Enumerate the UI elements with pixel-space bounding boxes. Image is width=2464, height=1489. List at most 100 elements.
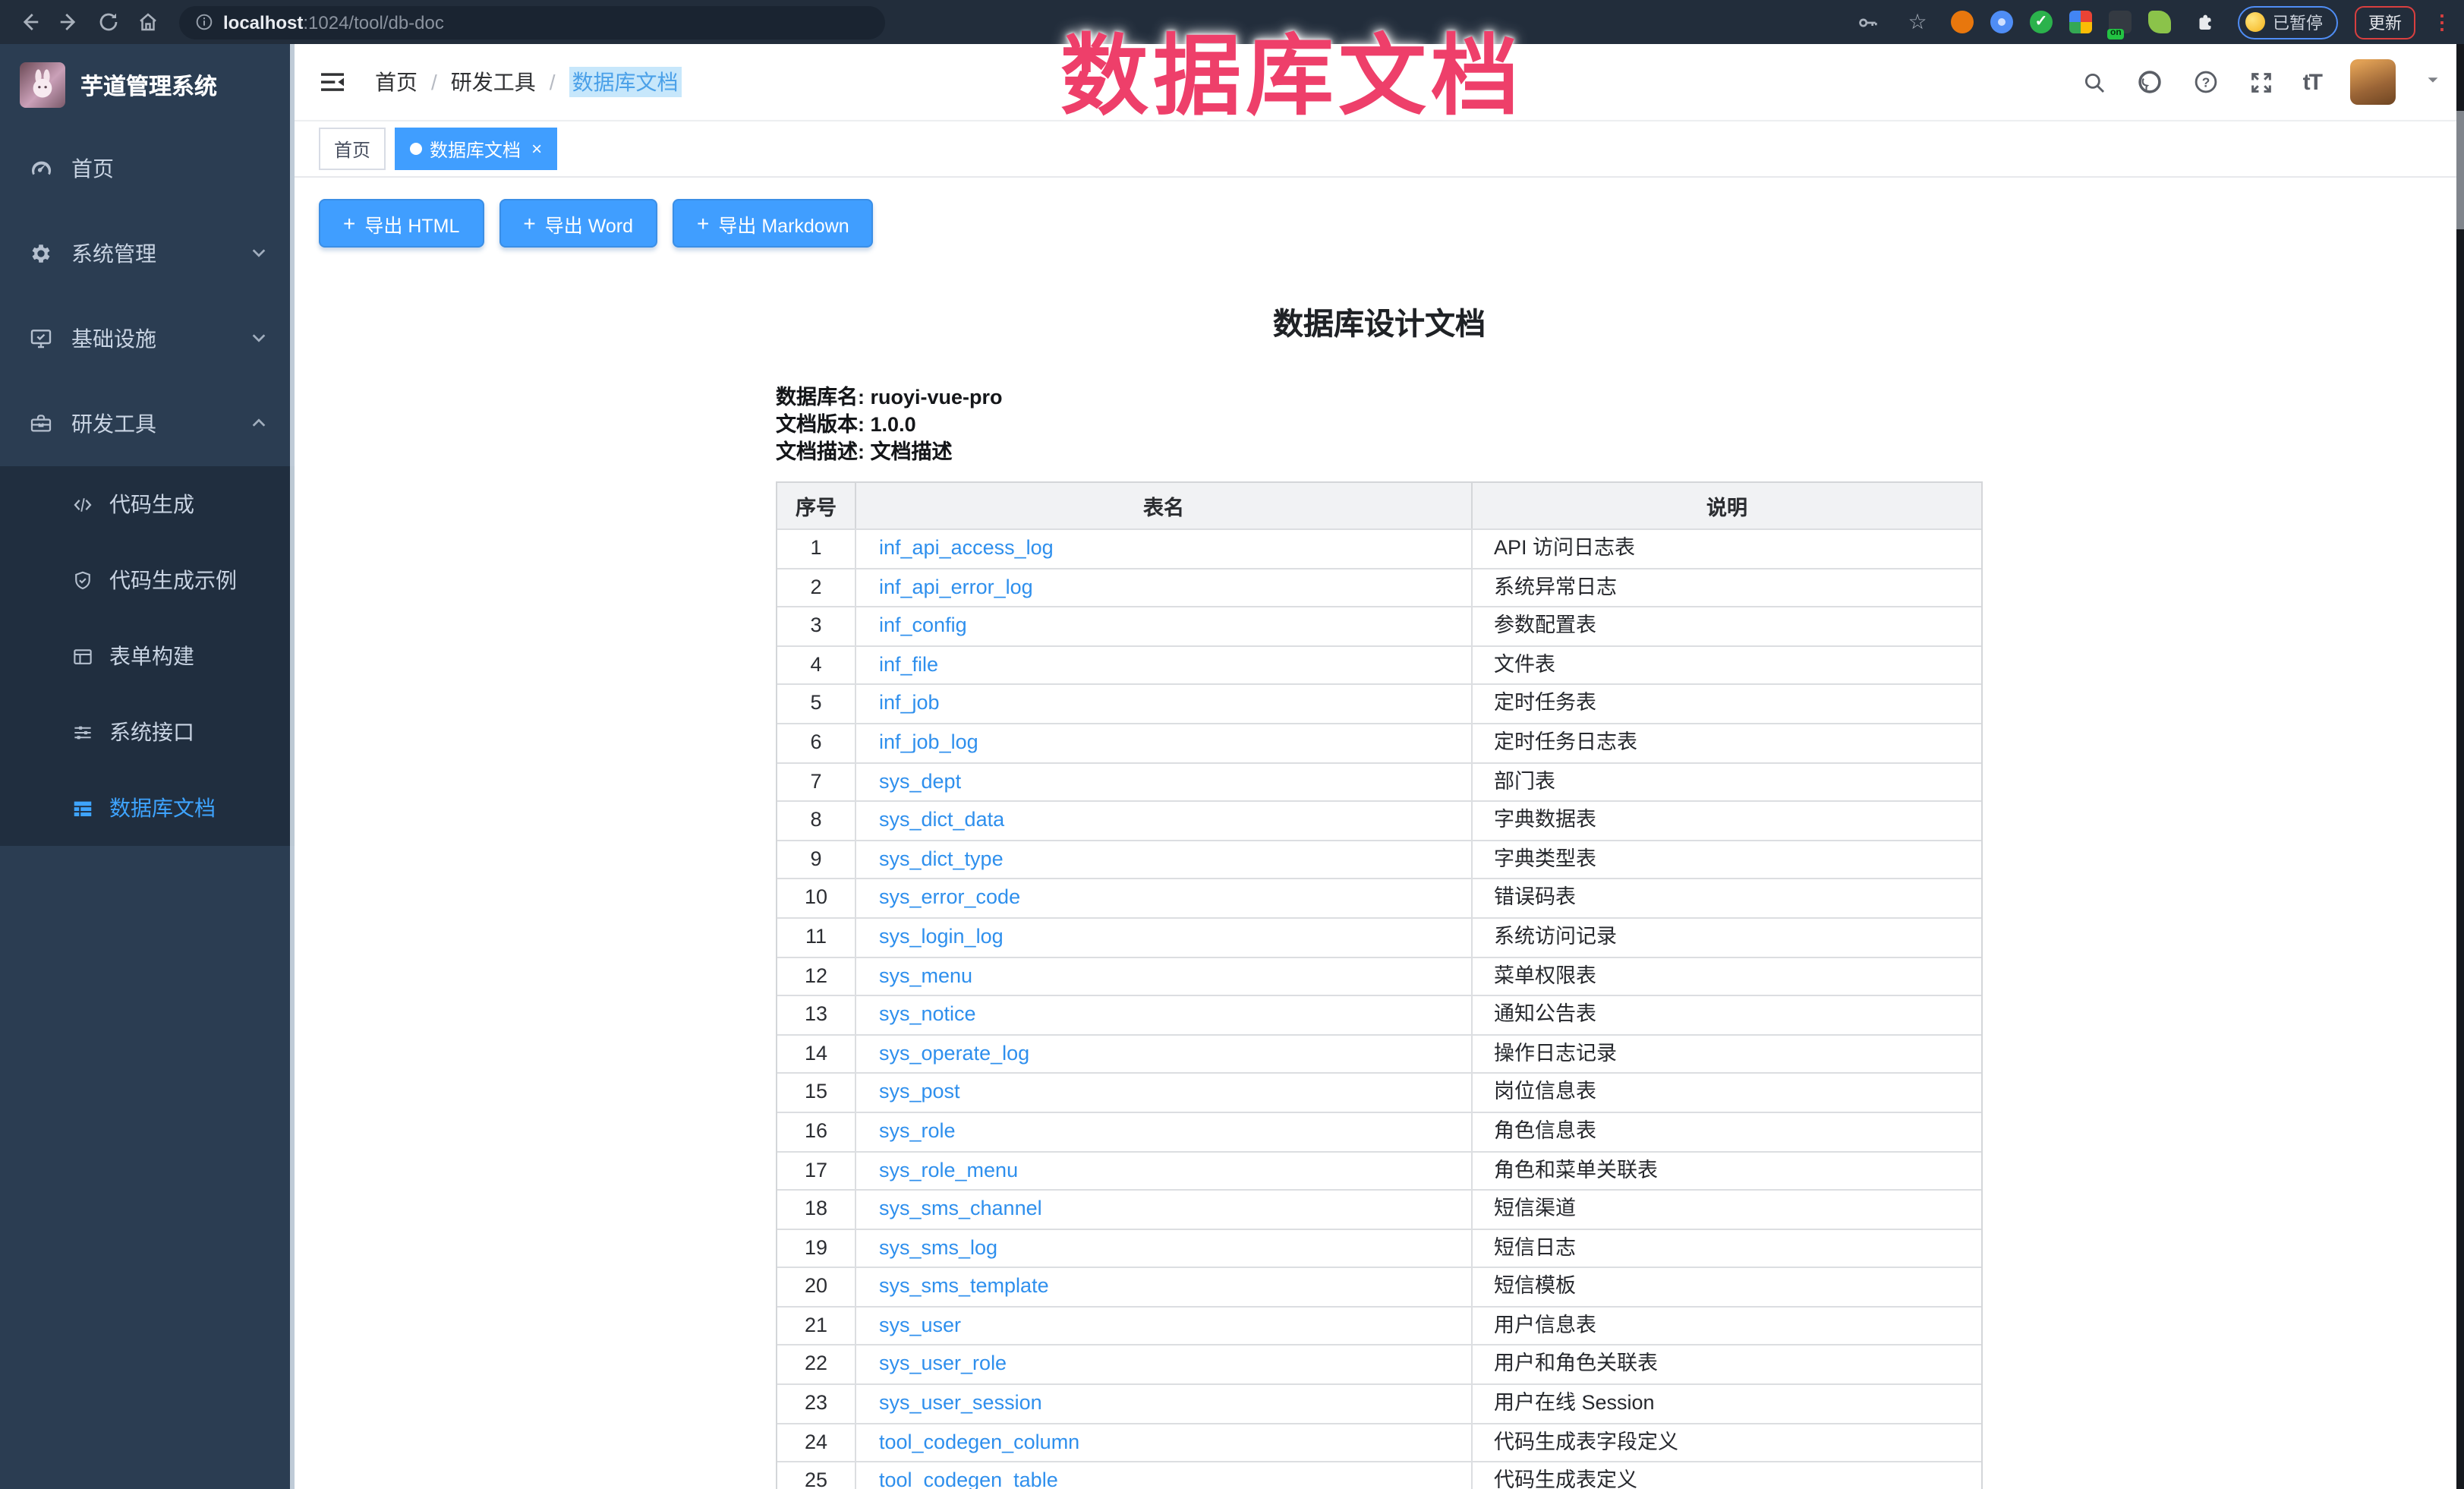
sidebar-item-form-builder[interactable]: 表单构建 — [0, 618, 295, 694]
sidebar-item-system[interactable]: 系统管理 — [0, 211, 295, 296]
close-icon[interactable]: × — [531, 140, 542, 158]
table-name-link[interactable]: sys_user — [879, 1314, 961, 1336]
back-icon[interactable] — [12, 5, 46, 39]
address-bar[interactable]: localhost:1024/tool/db-doc — [179, 5, 885, 39]
table-name-link[interactable]: tool_codegen_column — [879, 1430, 1079, 1453]
row-index: 10 — [777, 880, 856, 917]
github-icon[interactable] — [2136, 68, 2163, 96]
sidebar-item-infrastructure[interactable]: 基础设施 — [0, 296, 295, 381]
export-markdown-button[interactable]: + 导出 Markdown — [673, 199, 874, 248]
export-html-button[interactable]: + 导出 HTML — [319, 199, 484, 248]
window-scrollbar[interactable] — [2456, 44, 2464, 1489]
table-name-link[interactable]: sys_operate_log — [879, 1041, 1029, 1064]
sidebar-item-code-generation[interactable]: 代码生成 — [0, 466, 295, 542]
document-meta: 数据库名: ruoyi-vue-pro 文档版本: 1.0.0 文档描述: 文档… — [776, 384, 1983, 466]
search-icon[interactable] — [2081, 69, 2107, 95]
home-icon[interactable] — [131, 5, 164, 39]
extensions-puzzle-icon[interactable] — [2188, 5, 2221, 39]
table-row: 17 sys_role_menu 角色和菜单关联表 — [777, 1150, 1981, 1189]
sidebar-item-home[interactable]: 首页 — [0, 126, 295, 211]
table-row: 15 sys_post 岗位信息表 — [777, 1073, 1981, 1112]
table-name-link[interactable]: sys_menu — [879, 964, 972, 986]
tags-view-bar: 首页 数据库文档 × — [295, 121, 2464, 178]
table-name-link[interactable]: sys_user_session — [879, 1391, 1042, 1414]
browser-menu-icon[interactable]: ⋮ — [2432, 12, 2452, 32]
extension-leaf-icon[interactable] — [2148, 11, 2171, 33]
table-name-link[interactable]: sys_notice — [879, 1002, 976, 1025]
table-name-link[interactable]: sys_sms_channel — [879, 1197, 1042, 1219]
table-desc: 短信日志 — [1473, 1229, 1981, 1267]
table-row: 13 sys_notice 通知公告表 — [777, 995, 1981, 1033]
sidebar-item-system-api[interactable]: 系统接口 — [0, 694, 295, 770]
table-desc: 操作日志记录 — [1473, 1035, 1981, 1072]
plus-icon: + — [523, 213, 535, 234]
table-name-link[interactable]: sys_sms_template — [879, 1275, 1049, 1298]
row-index: 21 — [777, 1308, 856, 1345]
collapse-sidebar-icon[interactable] — [317, 67, 348, 97]
table-desc: 定时任务日志表 — [1473, 724, 1981, 762]
table-name-link[interactable]: inf_job_log — [879, 730, 978, 753]
update-button[interactable]: 更新 — [2355, 5, 2415, 39]
font-size-icon[interactable]: tT — [2303, 69, 2321, 95]
table-name-link[interactable]: inf_api_error_log — [879, 575, 1033, 598]
table-name-link[interactable]: sys_user_role — [879, 1352, 1007, 1375]
chevron-down-icon — [250, 327, 267, 351]
breadcrumb-dev-tools[interactable]: 研发工具 — [451, 67, 536, 97]
table-name-link[interactable]: sys_login_log — [879, 925, 1004, 948]
table-name-link[interactable]: tool_codegen_table — [879, 1469, 1058, 1489]
table-desc: 角色信息表 — [1473, 1113, 1981, 1150]
scrollbar-thumb[interactable] — [2456, 111, 2464, 229]
table-row: 14 sys_operate_log 操作日志记录 — [777, 1033, 1981, 1072]
user-avatar[interactable] — [2350, 59, 2396, 105]
reload-icon[interactable] — [91, 5, 124, 39]
table-name-link[interactable]: inf_api_access_log — [879, 536, 1054, 559]
extension-switch-icon[interactable]: on — [2109, 11, 2132, 33]
table-name-link[interactable]: sys_post — [879, 1080, 960, 1103]
table-desc: 用户信息表 — [1473, 1308, 1981, 1345]
extension-grid-icon[interactable] — [2069, 11, 2092, 33]
table-name-link[interactable]: sys_role_menu — [879, 1158, 1018, 1181]
row-index: 16 — [777, 1113, 856, 1150]
page-content: + 导出 HTML + 导出 Word + 导出 Markdown 数据库设计文… — [295, 178, 2464, 1489]
table-row: 8 sys_dict_data 字典数据表 — [777, 800, 1981, 839]
breadcrumb-home[interactable]: 首页 — [375, 67, 417, 97]
table-name-link[interactable]: sys_role — [879, 1119, 956, 1142]
sidebar: 芋道管理系统 首页 系统管理 — [0, 44, 295, 1489]
export-word-button[interactable]: + 导出 Word — [499, 199, 657, 248]
forward-icon[interactable] — [52, 5, 85, 39]
password-key-icon[interactable] — [1851, 5, 1884, 39]
chevron-up-icon — [250, 412, 267, 436]
sidebar-item-dev-tools[interactable]: 研发工具 — [0, 381, 295, 466]
help-icon[interactable]: ? — [2192, 68, 2220, 96]
extension-icon[interactable] — [1951, 11, 1974, 33]
table-name-link[interactable]: sys_dict_data — [879, 808, 1004, 831]
table-name-link[interactable]: sys_sms_log — [879, 1235, 997, 1258]
row-index: 23 — [777, 1385, 856, 1422]
table-name-link[interactable]: sys_dict_type — [879, 847, 1004, 870]
button-label: 导出 Word — [545, 209, 633, 238]
paused-extension-pill[interactable]: 已暂停 — [2238, 5, 2338, 39]
fullscreen-icon[interactable] — [2248, 69, 2274, 95]
sidebar-item-code-demo[interactable]: 代码生成示例 — [0, 542, 295, 618]
table-row: 7 sys_dept 部门表 — [777, 762, 1981, 800]
bookmark-star-icon[interactable]: ☆ — [1901, 5, 1934, 39]
tag-home[interactable]: 首页 — [319, 128, 386, 170]
app-logo-row[interactable]: 芋道管理系统 — [0, 44, 295, 126]
extension-check-icon[interactable]: ✓ — [2030, 11, 2053, 33]
table-grid-icon — [70, 797, 94, 819]
site-info-icon[interactable] — [194, 12, 214, 32]
table-name-link[interactable]: sys_error_code — [879, 886, 1020, 909]
user-menu-caret-icon[interactable] — [2425, 68, 2441, 96]
table-desc: 用户在线 Session — [1473, 1385, 1981, 1422]
tag-db-doc[interactable]: 数据库文档 × — [395, 128, 557, 170]
app-logo — [20, 62, 65, 108]
table-name-link[interactable]: inf_config — [879, 614, 967, 636]
row-index: 17 — [777, 1152, 856, 1189]
table-name-link[interactable]: inf_file — [879, 653, 938, 676]
table-name-link[interactable]: inf_job — [879, 692, 940, 715]
table-name-link[interactable]: sys_dept — [879, 769, 961, 792]
sidebar-item-label: 代码生成示例 — [109, 565, 237, 595]
sidebar-item-db-doc[interactable]: 数据库文档 — [0, 770, 295, 846]
row-index: 1 — [777, 530, 856, 567]
extension-pin-icon[interactable] — [1990, 11, 2013, 33]
